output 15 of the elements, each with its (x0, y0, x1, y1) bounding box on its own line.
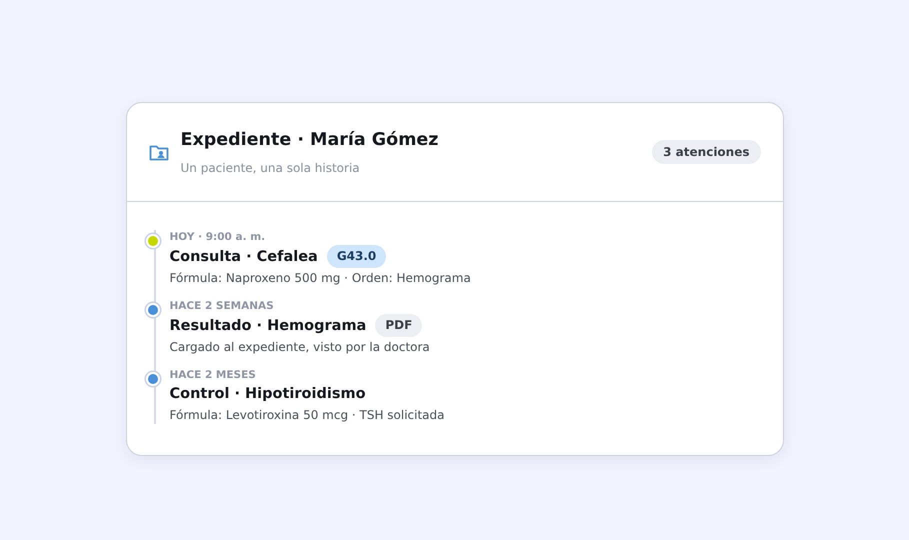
record-subtitle: Un paciente, una sola historia (180, 160, 361, 176)
entry-time: HOY · 9:00 a. m. (170, 230, 266, 244)
count-badge: 3 atenciones (652, 140, 760, 164)
entry-detail: Cargado al expediente, visto por la doctora (170, 339, 431, 356)
entry-detail: Fórmula: Naproxeno 500 mg · Orden: Hemograma (170, 270, 472, 287)
entry-title: Control · Hipotiroidismo (170, 385, 366, 404)
patient-folder-icon (148, 144, 168, 160)
code-tag: G43.0 (326, 245, 386, 268)
entry-time: HACE 2 SEMANAS (170, 299, 275, 313)
entry-time: HACE 2 MESES (170, 368, 257, 382)
entry-detail: Fórmula: Levotiroxina 50 mcg · TSH solicitada (170, 407, 446, 424)
entry-title: Resultado · Hemograma (170, 316, 366, 336)
record-title: Expediente · María Gómez (180, 128, 440, 150)
file-tag: PDF (375, 314, 422, 337)
entry-title: Consulta · Cefalea (170, 248, 318, 266)
